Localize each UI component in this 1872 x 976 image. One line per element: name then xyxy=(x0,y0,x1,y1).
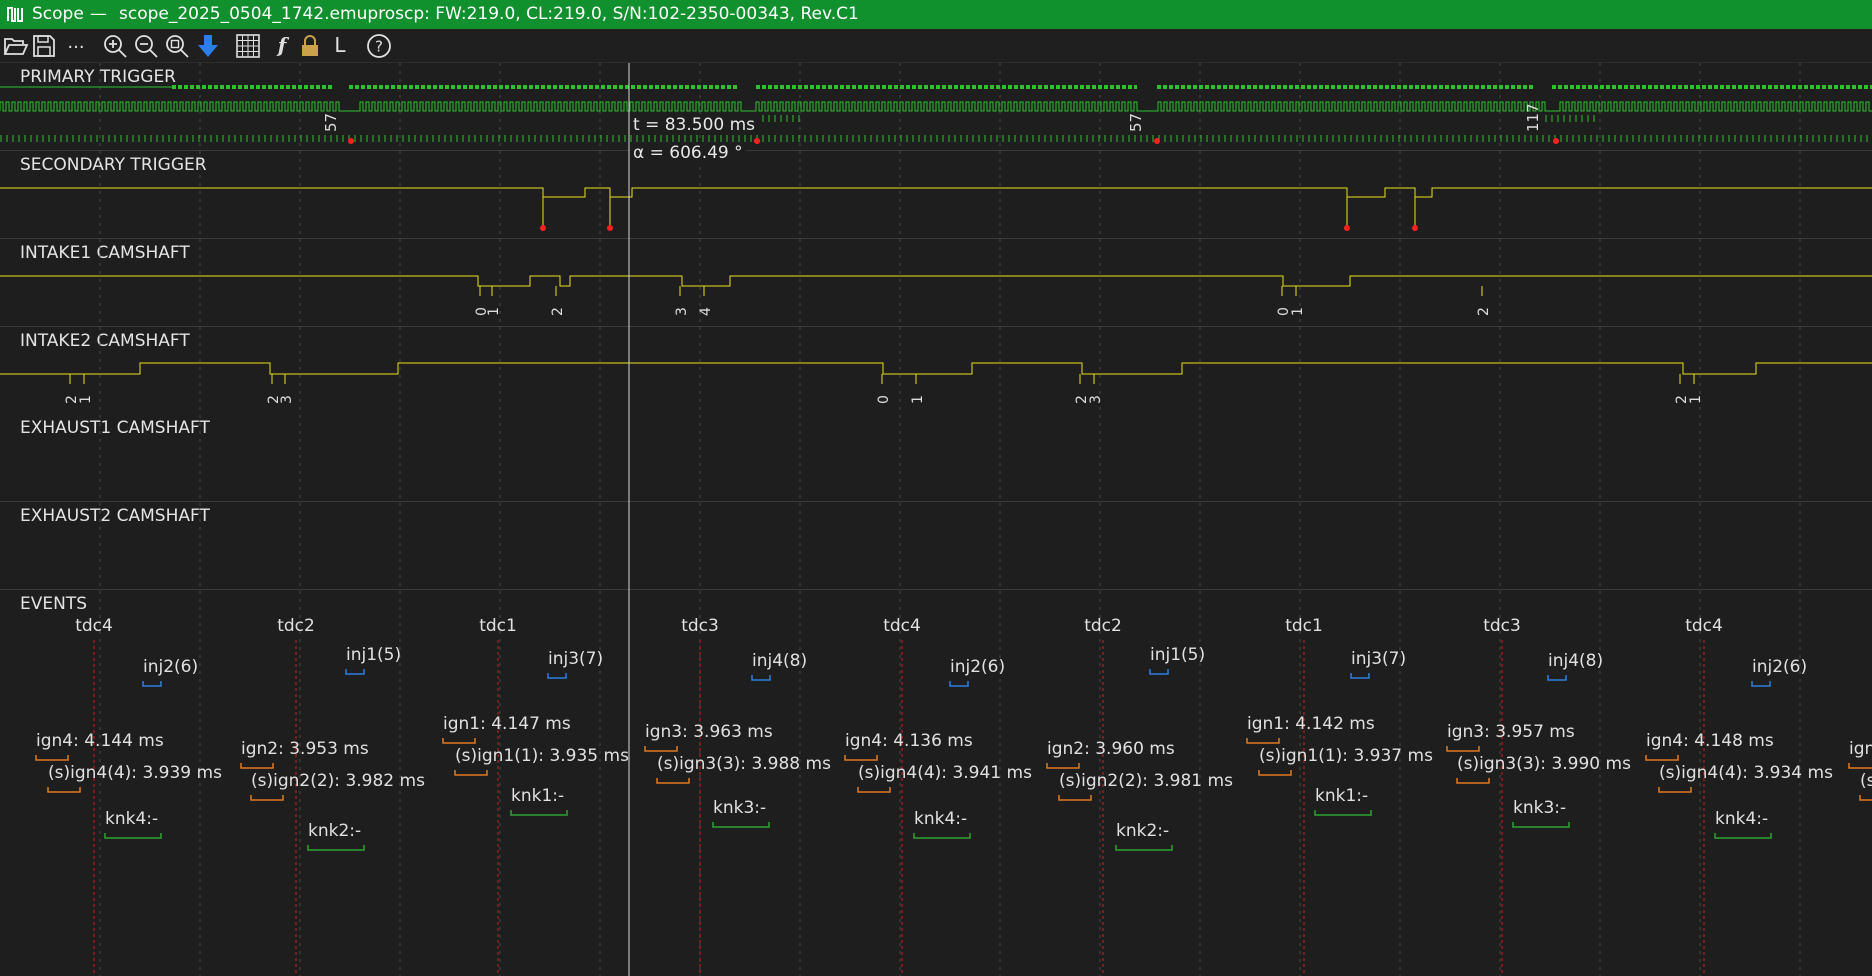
zoom-in-icon[interactable] xyxy=(101,32,129,60)
zoom-out-icon[interactable] xyxy=(132,32,160,60)
grid-icon[interactable] xyxy=(234,32,262,60)
channel-label-intake2: INTAKE2 CAMSHAFT xyxy=(20,331,190,351)
title-bar: Scope — scope_2025_0504_1742.emuproscp: … xyxy=(0,0,1872,29)
cursor-time-readout: t = 83.500 ms xyxy=(630,115,759,135)
scope-logo-icon xyxy=(6,6,24,23)
channel-label-intake1: INTAKE1 CAMSHAFT xyxy=(20,243,190,263)
channel-secondary-trigger[interactable]: SECONDARY TRIGGER xyxy=(0,151,1872,239)
cursor-angle-readout: α = 606.49 ° xyxy=(630,143,746,163)
save-icon[interactable] xyxy=(30,32,58,60)
channel-exhaust1-camshaft[interactable]: EXHAUST1 CAMSHAFT xyxy=(0,414,1872,502)
app-title: Scope xyxy=(32,4,84,24)
f-icon[interactable]: f xyxy=(268,32,296,60)
channel-primary-trigger[interactable]: PRIMARY TRIGGER xyxy=(0,63,1872,151)
file-info: scope_2025_0504_1742.emuproscp: FW:219.0… xyxy=(119,4,859,24)
channel-intake1-camshaft[interactable]: INTAKE1 CAMSHAFT xyxy=(0,239,1872,327)
svg-text:?: ? xyxy=(375,38,383,56)
more-icon[interactable]: ... xyxy=(62,32,90,60)
lock-icon[interactable] xyxy=(296,32,324,60)
channel-label-exhaust2: EXHAUST2 CAMSHAFT xyxy=(20,506,210,526)
channel-events[interactable]: EVENTS xyxy=(0,590,1872,976)
title-separator: — xyxy=(90,4,107,24)
download-arrow-icon[interactable] xyxy=(194,32,222,60)
channel-exhaust2-camshaft[interactable]: EXHAUST2 CAMSHAFT xyxy=(0,502,1872,590)
channel-label-events: EVENTS xyxy=(20,594,88,614)
open-folder-icon[interactable] xyxy=(2,32,30,60)
channel-label-primary: PRIMARY TRIGGER xyxy=(20,67,176,87)
help-icon[interactable]: ? xyxy=(365,32,393,60)
toolbar: ... f L ? xyxy=(0,29,1872,63)
channel-intake2-camshaft[interactable]: INTAKE2 CAMSHAFT xyxy=(0,327,1872,415)
channel-label-secondary: SECONDARY TRIGGER xyxy=(20,155,207,175)
l-icon[interactable]: L xyxy=(326,32,354,60)
zoom-fit-icon[interactable] xyxy=(163,32,191,60)
channel-label-exhaust1: EXHAUST1 CAMSHAFT xyxy=(20,418,210,438)
